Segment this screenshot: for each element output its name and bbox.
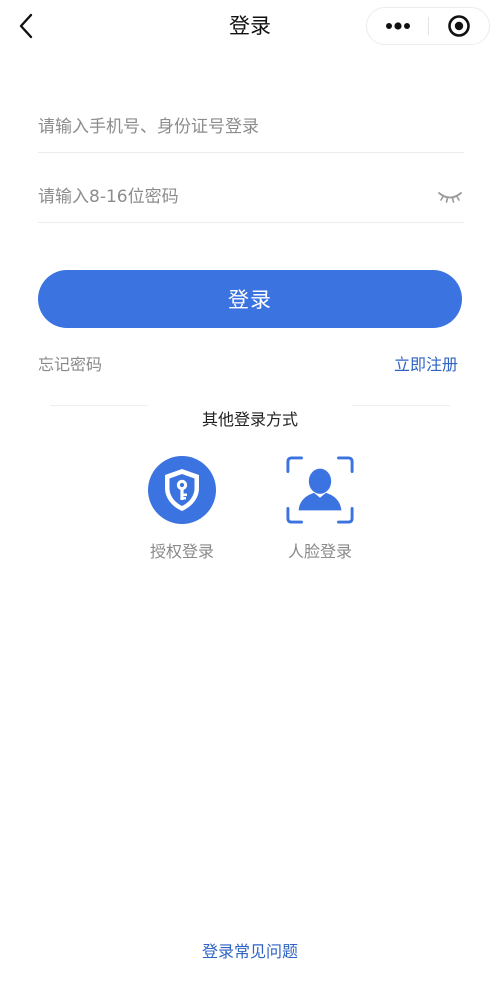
face-login-button[interactable]: 人脸登录	[270, 454, 370, 570]
more-dots-icon	[386, 22, 410, 30]
mini-program-capsule	[366, 7, 490, 45]
authorized-login-button[interactable]: 授权登录	[132, 454, 232, 570]
face-login-label: 人脸登录	[287, 542, 352, 561]
password-field-row	[38, 172, 464, 223]
eye-closed-icon	[438, 192, 462, 203]
forgot-password-link[interactable]: 忘记密码	[38, 354, 102, 376]
close-mini-program-button[interactable]	[429, 8, 489, 44]
more-button[interactable]	[367, 8, 429, 44]
authorized-login-icon-wrap	[147, 454, 217, 526]
shield-key-icon	[148, 456, 216, 524]
login-faq-link[interactable]: 登录常见问题	[0, 941, 500, 963]
register-link[interactable]: 立即注册	[394, 354, 458, 376]
password-input[interactable]	[38, 182, 418, 212]
divider-right	[352, 405, 450, 406]
divider-left	[50, 405, 148, 406]
face-scan-icon	[286, 456, 354, 524]
authorized-login-label: 授权登录	[149, 542, 214, 561]
password-visibility-toggle[interactable]	[436, 186, 464, 208]
face-login-icon-wrap	[285, 454, 355, 526]
account-field-row	[38, 102, 464, 153]
navbar: 登录	[0, 0, 500, 54]
login-button[interactable]: 登录	[38, 270, 462, 328]
account-input[interactable]	[38, 112, 418, 142]
target-close-icon	[448, 15, 470, 37]
other-login-title: 其他登录方式	[201, 410, 298, 429]
